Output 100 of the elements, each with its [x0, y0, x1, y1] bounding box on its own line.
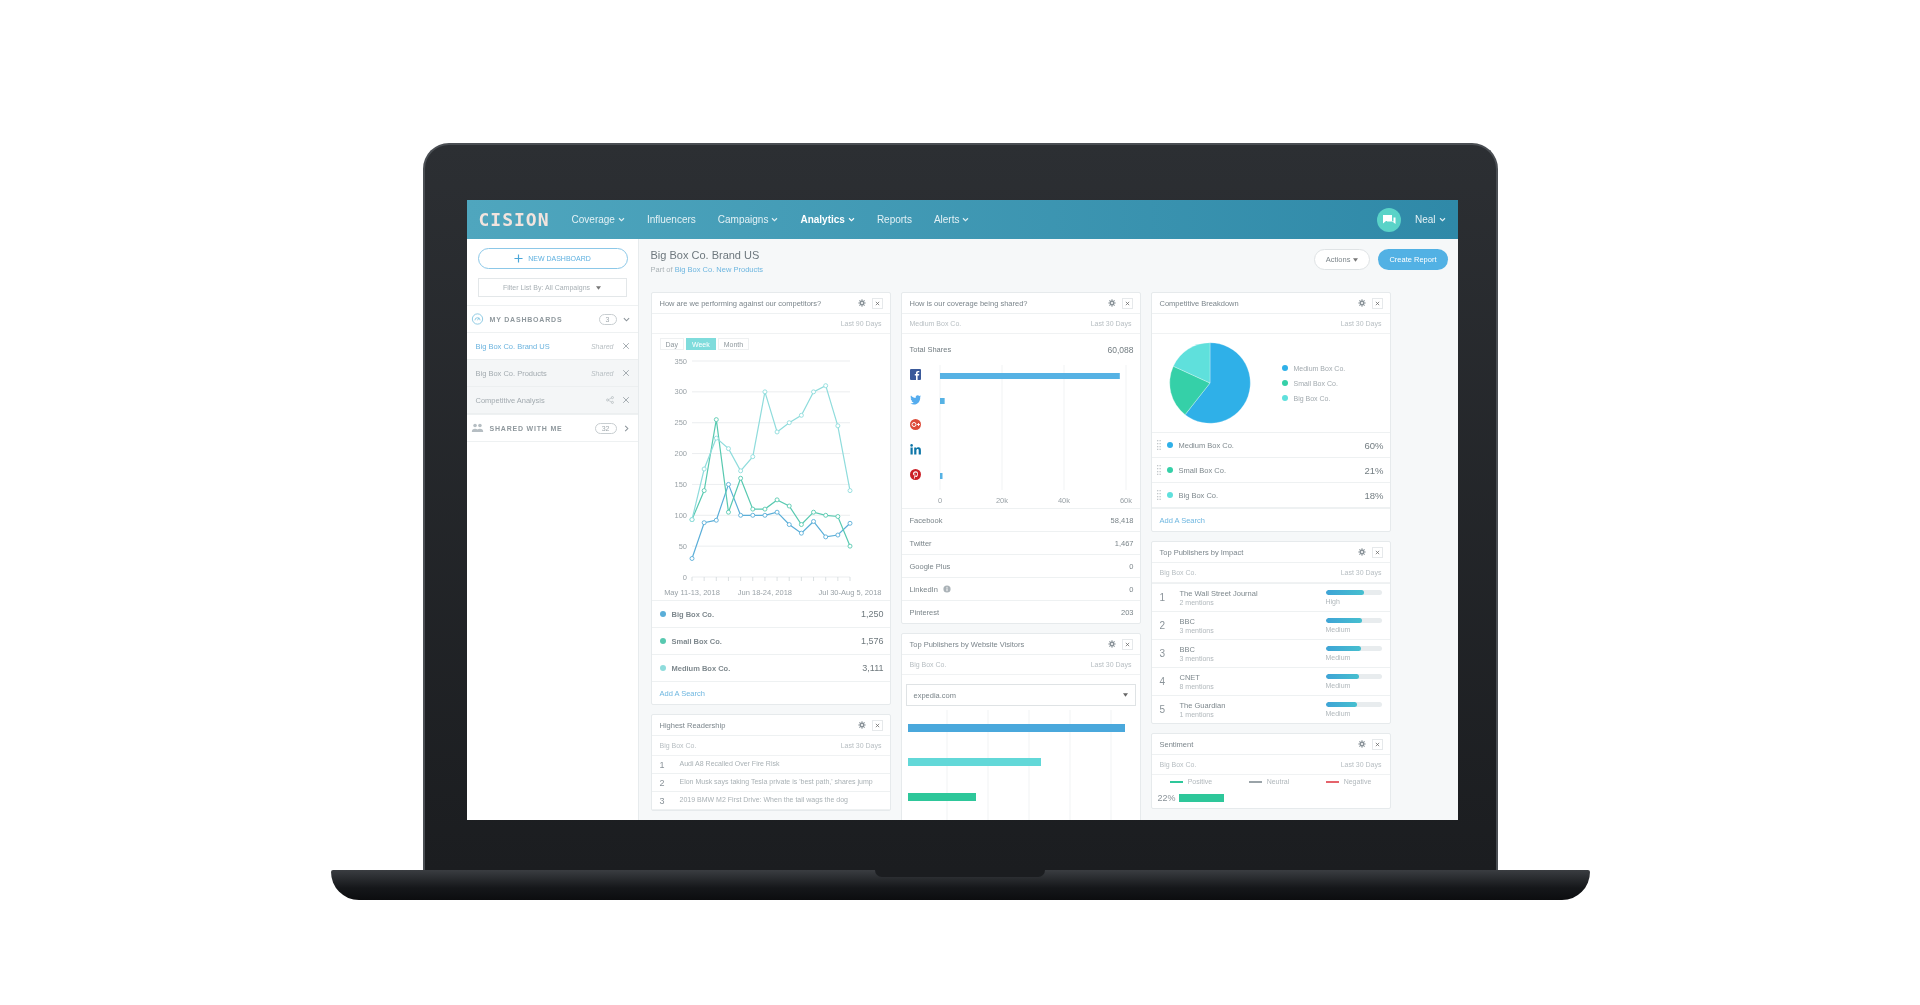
close-button[interactable]	[871, 719, 883, 731]
caret-icon	[1353, 257, 1359, 262]
facebook-icon	[909, 369, 921, 380]
data-point	[749, 454, 755, 460]
close-button[interactable]	[1371, 297, 1383, 309]
rank-number: 4	[1159, 676, 1167, 687]
rank-number: 2	[1159, 620, 1167, 631]
data-point	[725, 509, 731, 515]
nav-link[interactable]: Alerts	[933, 214, 970, 225]
drag-handle-icon[interactable]	[1156, 440, 1161, 450]
drag-handle-icon[interactable]	[1156, 465, 1161, 475]
rank-number: 1	[659, 759, 666, 770]
data-point	[786, 503, 792, 509]
data-point	[822, 512, 828, 518]
data-point	[774, 509, 780, 515]
data-point	[847, 543, 852, 549]
data-point	[713, 435, 719, 441]
data-point	[798, 522, 804, 527]
info-icon[interactable]	[942, 585, 951, 593]
twitter-icon	[909, 395, 921, 405]
sentiment-percent: 22%	[1157, 793, 1176, 803]
close-icon	[874, 300, 880, 306]
close-icon	[1374, 549, 1380, 555]
settings-icon[interactable]	[1357, 548, 1366, 556]
close-button[interactable]	[1121, 297, 1133, 309]
chevron-icon	[1438, 217, 1446, 222]
data-point	[847, 520, 852, 526]
nav-link[interactable]: Analytics	[800, 214, 855, 225]
remove-icon[interactable]	[621, 342, 630, 350]
close-icon	[1374, 300, 1380, 306]
share-percent: 21%	[1364, 464, 1384, 476]
data-point	[774, 497, 780, 503]
linkedin-icon	[909, 444, 921, 455]
data-point	[725, 446, 731, 452]
rank-number: 5	[1159, 704, 1167, 715]
dashboard-title: Big Box Co. Brand US	[650, 249, 761, 261]
close-icon	[1374, 741, 1380, 747]
gauge-icon	[470, 313, 484, 325]
settings-icon[interactable]	[857, 299, 866, 307]
remove-icon[interactable]	[621, 369, 630, 377]
pinterest-icon	[909, 469, 921, 480]
data-point	[847, 488, 852, 494]
settings-icon[interactable]	[1107, 640, 1116, 648]
data-point	[701, 488, 707, 494]
settings-icon[interactable]	[1357, 740, 1366, 748]
rank-number: 3	[1159, 648, 1167, 659]
settings-icon[interactable]	[857, 721, 866, 729]
data-point	[798, 412, 804, 418]
share-percent: 18%	[1364, 489, 1384, 501]
data-point	[810, 519, 816, 524]
legend-value: 1,250	[860, 609, 884, 619]
close-icon	[874, 722, 880, 728]
rank-number: 2	[659, 777, 666, 788]
data-point	[822, 534, 828, 540]
legend-value: 3,111	[862, 663, 884, 673]
data-bar	[939, 473, 942, 479]
google-plus-icon	[909, 419, 921, 430]
drag-handle-icon[interactable]	[1156, 490, 1161, 500]
total-value: 60,088	[1107, 344, 1134, 355]
legend-value: 1,576	[860, 636, 884, 646]
close-button[interactable]	[1371, 546, 1383, 558]
data-point	[701, 466, 707, 472]
close-button[interactable]	[1371, 738, 1383, 750]
close-icon	[1124, 300, 1130, 306]
nav-link[interactable]: Coverage	[571, 214, 625, 225]
data-point	[713, 417, 719, 423]
data-point	[737, 512, 743, 518]
plus-icon	[514, 254, 524, 263]
data-point	[822, 383, 828, 389]
data-point	[834, 532, 840, 538]
data-bar	[939, 398, 945, 404]
data-point	[774, 429, 780, 435]
caret-icon	[1122, 693, 1128, 697]
data-point	[689, 556, 694, 561]
share-percent: 60%	[1364, 439, 1384, 451]
nav-link[interactable]: Campaigns	[717, 214, 779, 225]
close-button[interactable]	[871, 297, 883, 309]
data-point	[834, 514, 840, 519]
rank-number: 3	[659, 795, 666, 806]
close-button[interactable]	[1121, 638, 1133, 650]
close-icon	[1124, 641, 1130, 647]
chat-icon[interactable]	[1376, 207, 1401, 232]
logo[interactable]: CISION	[478, 209, 550, 230]
data-point	[713, 517, 719, 523]
data-point	[834, 423, 840, 429]
data-point	[786, 522, 792, 527]
nav-link[interactable]: Influencers	[646, 214, 696, 225]
caret-icon	[596, 285, 602, 290]
data-point	[810, 389, 816, 395]
settings-icon[interactable]	[1357, 299, 1366, 307]
user-menu[interactable]: Neal	[1414, 214, 1446, 225]
data-point	[810, 509, 816, 515]
data-point	[725, 482, 731, 487]
data-point	[786, 420, 792, 426]
settings-icon[interactable]	[1107, 299, 1116, 307]
data-point	[701, 520, 707, 526]
data-point	[761, 389, 767, 395]
remove-icon[interactable]	[621, 396, 630, 404]
data-point	[798, 530, 804, 536]
nav-link[interactable]: Reports	[876, 214, 912, 225]
